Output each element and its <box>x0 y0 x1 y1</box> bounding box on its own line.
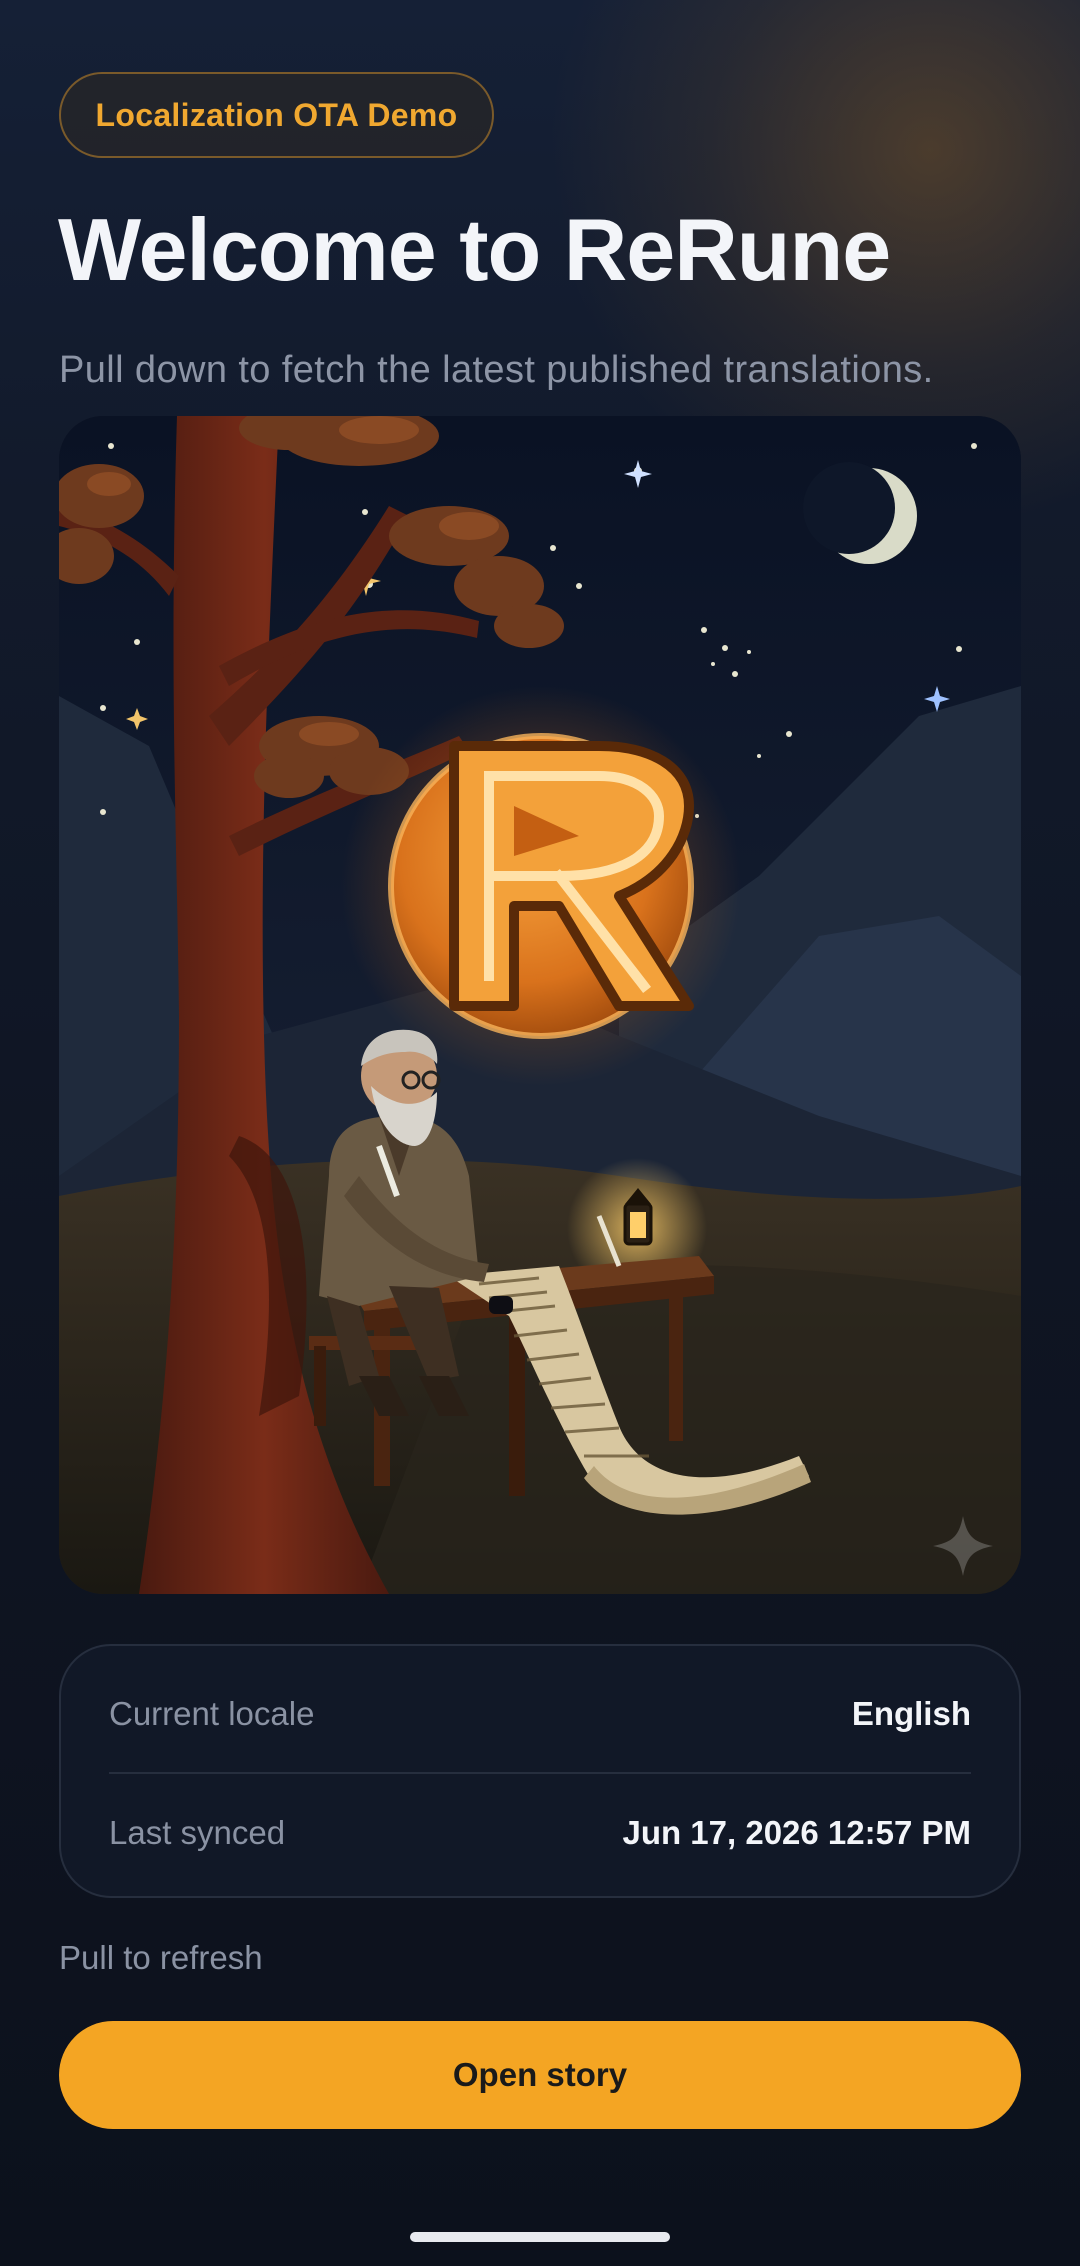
page-title: Welcome to ReRune <box>58 200 891 299</box>
demo-badge-label: Localization OTA Demo <box>95 96 458 133</box>
open-story-button[interactable]: Open story <box>59 2021 1021 2129</box>
demo-badge: Localization OTA Demo <box>59 72 494 158</box>
last-synced-row: Last synced Jun 17, 2026 12:57 PM <box>109 1803 971 1863</box>
current-locale-label: Current locale <box>109 1695 315 1732</box>
card-divider <box>109 1772 971 1774</box>
page-subtitle: Pull down to fetch the latest published … <box>59 349 934 391</box>
locale-status-card: Current locale English Last synced Jun 1… <box>59 1644 1021 1898</box>
open-story-button-label: Open story <box>452 2056 628 2093</box>
pull-to-refresh-hint: Pull to refresh <box>59 1939 263 1976</box>
current-locale-value: English <box>851 1695 971 1732</box>
home-indicator[interactable] <box>410 2232 670 2242</box>
rune-r-emblem <box>341 686 741 1086</box>
last-synced-value: Jun 17, 2026 12:57 PM <box>622 1814 971 1851</box>
hero-artwork <box>59 416 1021 1594</box>
current-locale-row: Current locale English <box>109 1684 971 1744</box>
hero-illustration <box>59 416 1021 1594</box>
welcome-screen: Localization OTA Demo Welcome to ReRune … <box>0 0 1080 2266</box>
last-synced-label: Last synced <box>109 1814 286 1851</box>
